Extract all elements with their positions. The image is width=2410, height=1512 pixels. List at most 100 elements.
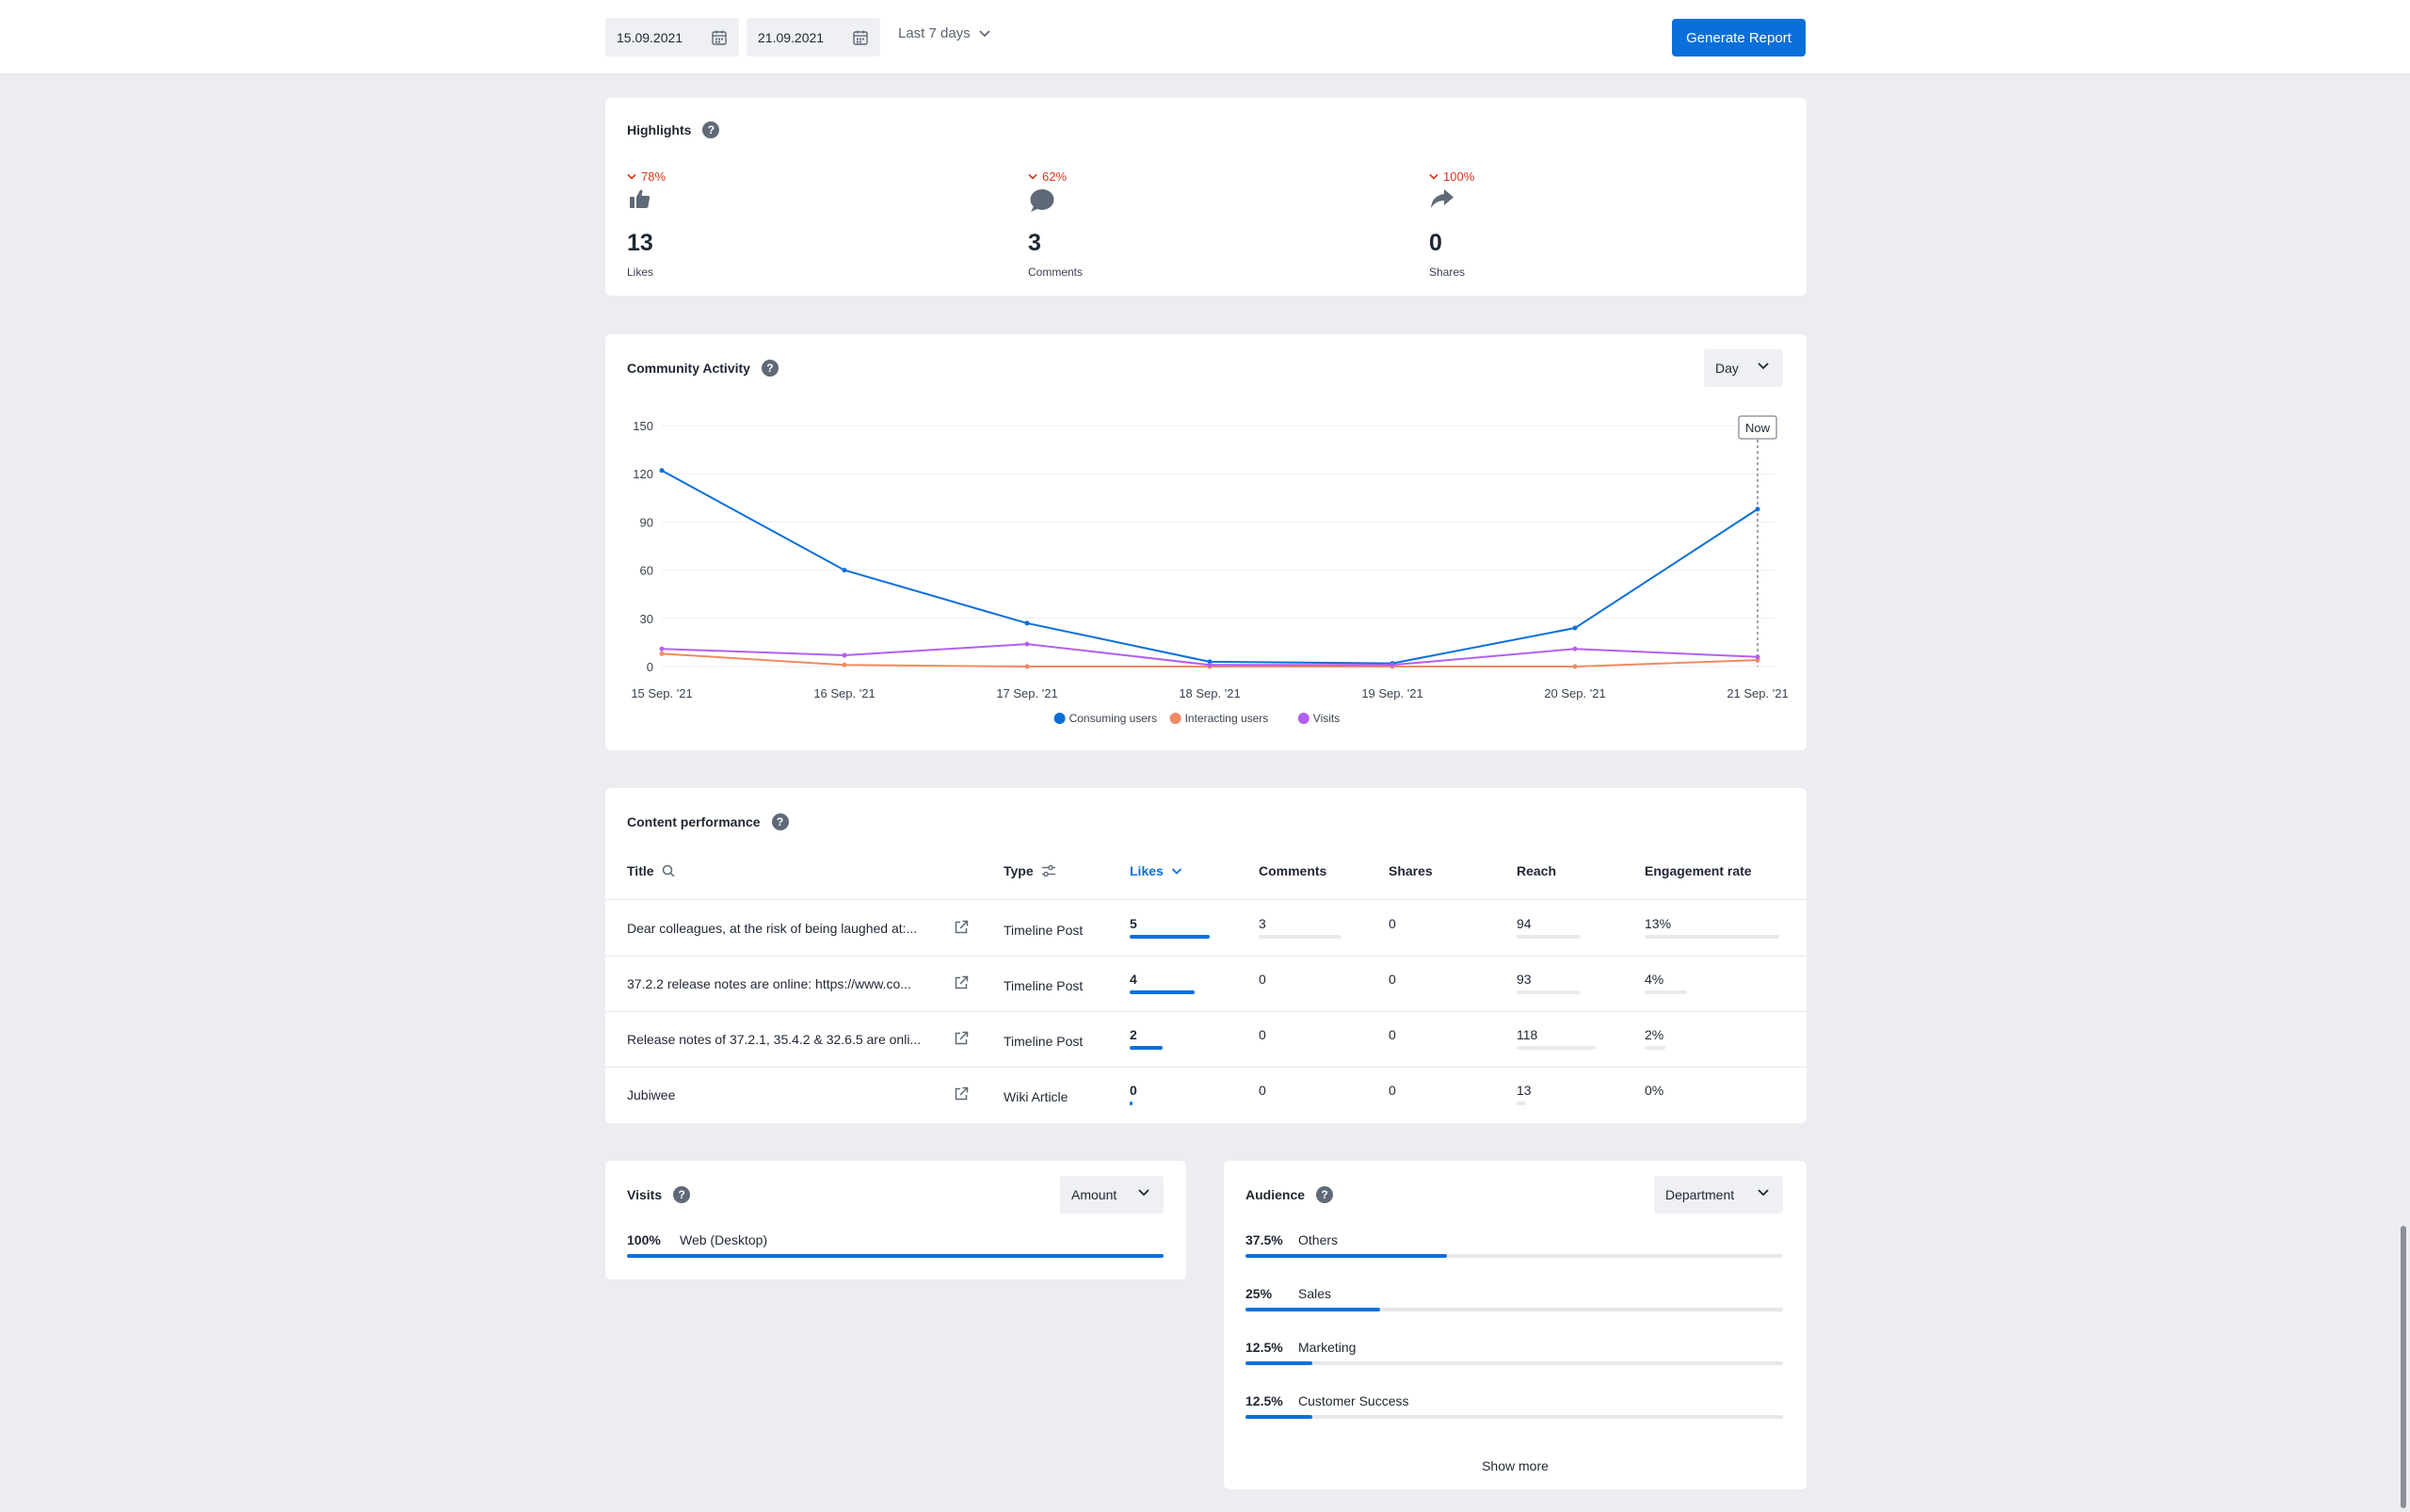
row-divider xyxy=(605,956,1807,957)
external-link-icon[interactable] xyxy=(954,975,969,990)
row-likes: 2 xyxy=(1130,1027,1137,1042)
granularity-select[interactable]: Day xyxy=(1704,349,1783,387)
row-comments: 3 xyxy=(1259,916,1266,931)
show-more-button[interactable]: Show more xyxy=(1224,1458,1807,1473)
date-range-select[interactable]: Last 7 days xyxy=(898,25,991,41)
row-reach: 118 xyxy=(1517,1027,1538,1042)
end-date-value: 21.09.2021 xyxy=(758,29,825,45)
search-icon[interactable] xyxy=(662,864,675,877)
row-title[interactable]: Dear colleagues, at the risk of being la… xyxy=(627,921,917,936)
comments-bar xyxy=(1259,935,1342,939)
chevron-down-icon xyxy=(1758,362,1769,370)
audience-item-bar xyxy=(1245,1361,1783,1365)
help-icon[interactable]: ? xyxy=(1316,1186,1334,1203)
likes-bar xyxy=(1130,1102,1133,1105)
highlights-title: Highlights ? xyxy=(627,121,720,138)
audience-dimension-value: Department xyxy=(1665,1187,1735,1202)
legend-marker xyxy=(1169,713,1181,724)
likes-bar xyxy=(1130,1046,1163,1050)
column-header-type[interactable]: Type xyxy=(1004,863,1056,878)
reach-bar xyxy=(1517,935,1581,939)
audience-item-bar xyxy=(1245,1415,1783,1419)
column-header-title[interactable]: Title xyxy=(627,863,675,878)
end-date-input[interactable]: 21.09.2021 xyxy=(747,18,880,56)
data-point xyxy=(842,568,847,573)
x-tick-label: 16 Sep. '21 xyxy=(813,686,875,700)
likes-delta: 78% xyxy=(641,169,667,184)
column-header-engagement-rate[interactable]: Engagement rate xyxy=(1645,863,1752,878)
audience-item-bar xyxy=(1245,1254,1783,1258)
row-title[interactable]: Release notes of 37.2.1, 35.4.2 & 32.6.5… xyxy=(627,1032,921,1047)
x-tick-label: 18 Sep. '21 xyxy=(1179,686,1240,700)
granularity-value: Day xyxy=(1715,361,1739,376)
y-tick-label: 150 xyxy=(633,419,653,433)
date-range-value: Last 7 days xyxy=(898,25,971,41)
help-icon[interactable]: ? xyxy=(673,1186,691,1203)
calendar-icon[interactable] xyxy=(852,29,869,46)
column-header-likes[interactable]: Likes xyxy=(1130,863,1182,878)
chevron-down-icon xyxy=(979,29,990,37)
row-shares: 0 xyxy=(1389,972,1396,987)
y-tick-label: 0 xyxy=(647,660,653,674)
column-header-shares[interactable]: Shares xyxy=(1389,863,1433,878)
shares-delta: 100% xyxy=(1443,169,1475,184)
x-tick-label: 21 Sep. '21 xyxy=(1727,686,1788,700)
likes-bar xyxy=(1130,990,1195,994)
audience-item-percent: 25% xyxy=(1245,1286,1273,1301)
table-header-divider xyxy=(605,899,1807,900)
shares-value: 0 xyxy=(1429,230,1442,256)
content-performance-title: Content performance ? xyxy=(627,813,789,830)
row-title[interactable]: 37.2.2 release notes are online: https:/… xyxy=(627,976,911,991)
column-header-comments[interactable]: Comments xyxy=(1259,863,1326,878)
start-date-input[interactable]: 15.09.2021 xyxy=(605,18,739,56)
highlights-card xyxy=(605,98,1807,296)
legend-label: Visits xyxy=(1313,712,1340,725)
help-icon[interactable]: ? xyxy=(761,360,779,377)
filter-toolbar: 15.09.2021 21.09.2021 Last 7 days Genera… xyxy=(0,0,2410,74)
reach-bar xyxy=(1517,990,1580,994)
column-header-reach[interactable]: Reach xyxy=(1517,863,1556,878)
engagement-bar xyxy=(1645,935,1779,939)
external-link-icon[interactable] xyxy=(954,1086,969,1102)
filter-icon[interactable] xyxy=(1041,864,1056,877)
visits-metric-select[interactable]: Amount xyxy=(1060,1176,1164,1214)
external-link-icon[interactable] xyxy=(954,920,969,935)
y-tick-label: 60 xyxy=(640,564,653,578)
help-icon[interactable]: ? xyxy=(771,813,789,830)
arrow-down-icon xyxy=(1028,173,1037,180)
comments-delta: 62% xyxy=(1042,169,1068,184)
row-divider xyxy=(605,1067,1807,1068)
row-likes: 0 xyxy=(1130,1083,1137,1098)
row-comments: 0 xyxy=(1259,1083,1266,1098)
y-tick-label: 120 xyxy=(633,467,653,481)
audience-dimension-select[interactable]: Department xyxy=(1654,1176,1783,1214)
comment-icon xyxy=(1030,189,1054,212)
row-comments: 0 xyxy=(1259,1027,1266,1042)
audience-item-label: Others xyxy=(1298,1232,1339,1247)
engagement-bar xyxy=(1645,990,1687,994)
help-icon[interactable]: ? xyxy=(702,121,720,138)
engagement-bar xyxy=(1645,1046,1665,1050)
row-engagement-rate: 4% xyxy=(1645,972,1664,987)
audience-item: 25% Sales xyxy=(1245,1286,1331,1301)
data-point xyxy=(659,468,665,474)
data-point xyxy=(1024,664,1030,669)
generate-report-button[interactable]: Generate Report xyxy=(1672,19,1806,56)
external-link-icon[interactable] xyxy=(954,1031,969,1046)
row-title[interactable]: Jubiwee xyxy=(627,1087,675,1102)
x-tick-label: 19 Sep. '21 xyxy=(1361,686,1422,700)
visits-item-bar-fill xyxy=(627,1254,1164,1258)
x-tick-label: 17 Sep. '21 xyxy=(996,686,1057,700)
visits-item: 100% Web (Desktop) xyxy=(627,1232,767,1247)
data-point xyxy=(1572,625,1578,631)
community-activity-chart: 0 30 60 90 120 150 15 Sep. '21 16 Sep. '21 17 Se… xyxy=(631,415,1789,725)
shares-label: Shares xyxy=(1429,265,1466,279)
audience-item-percent: 37.5% xyxy=(1245,1232,1283,1247)
calendar-icon[interactable] xyxy=(711,29,728,46)
thumbs-up-icon xyxy=(630,189,651,208)
row-divider xyxy=(605,1011,1807,1012)
page-scrollbar[interactable] xyxy=(2401,1226,2406,1508)
audience-item-bar-fill xyxy=(1245,1254,1448,1258)
reach-bar xyxy=(1517,1102,1526,1105)
x-tick-label: 20 Sep. '21 xyxy=(1544,686,1605,700)
